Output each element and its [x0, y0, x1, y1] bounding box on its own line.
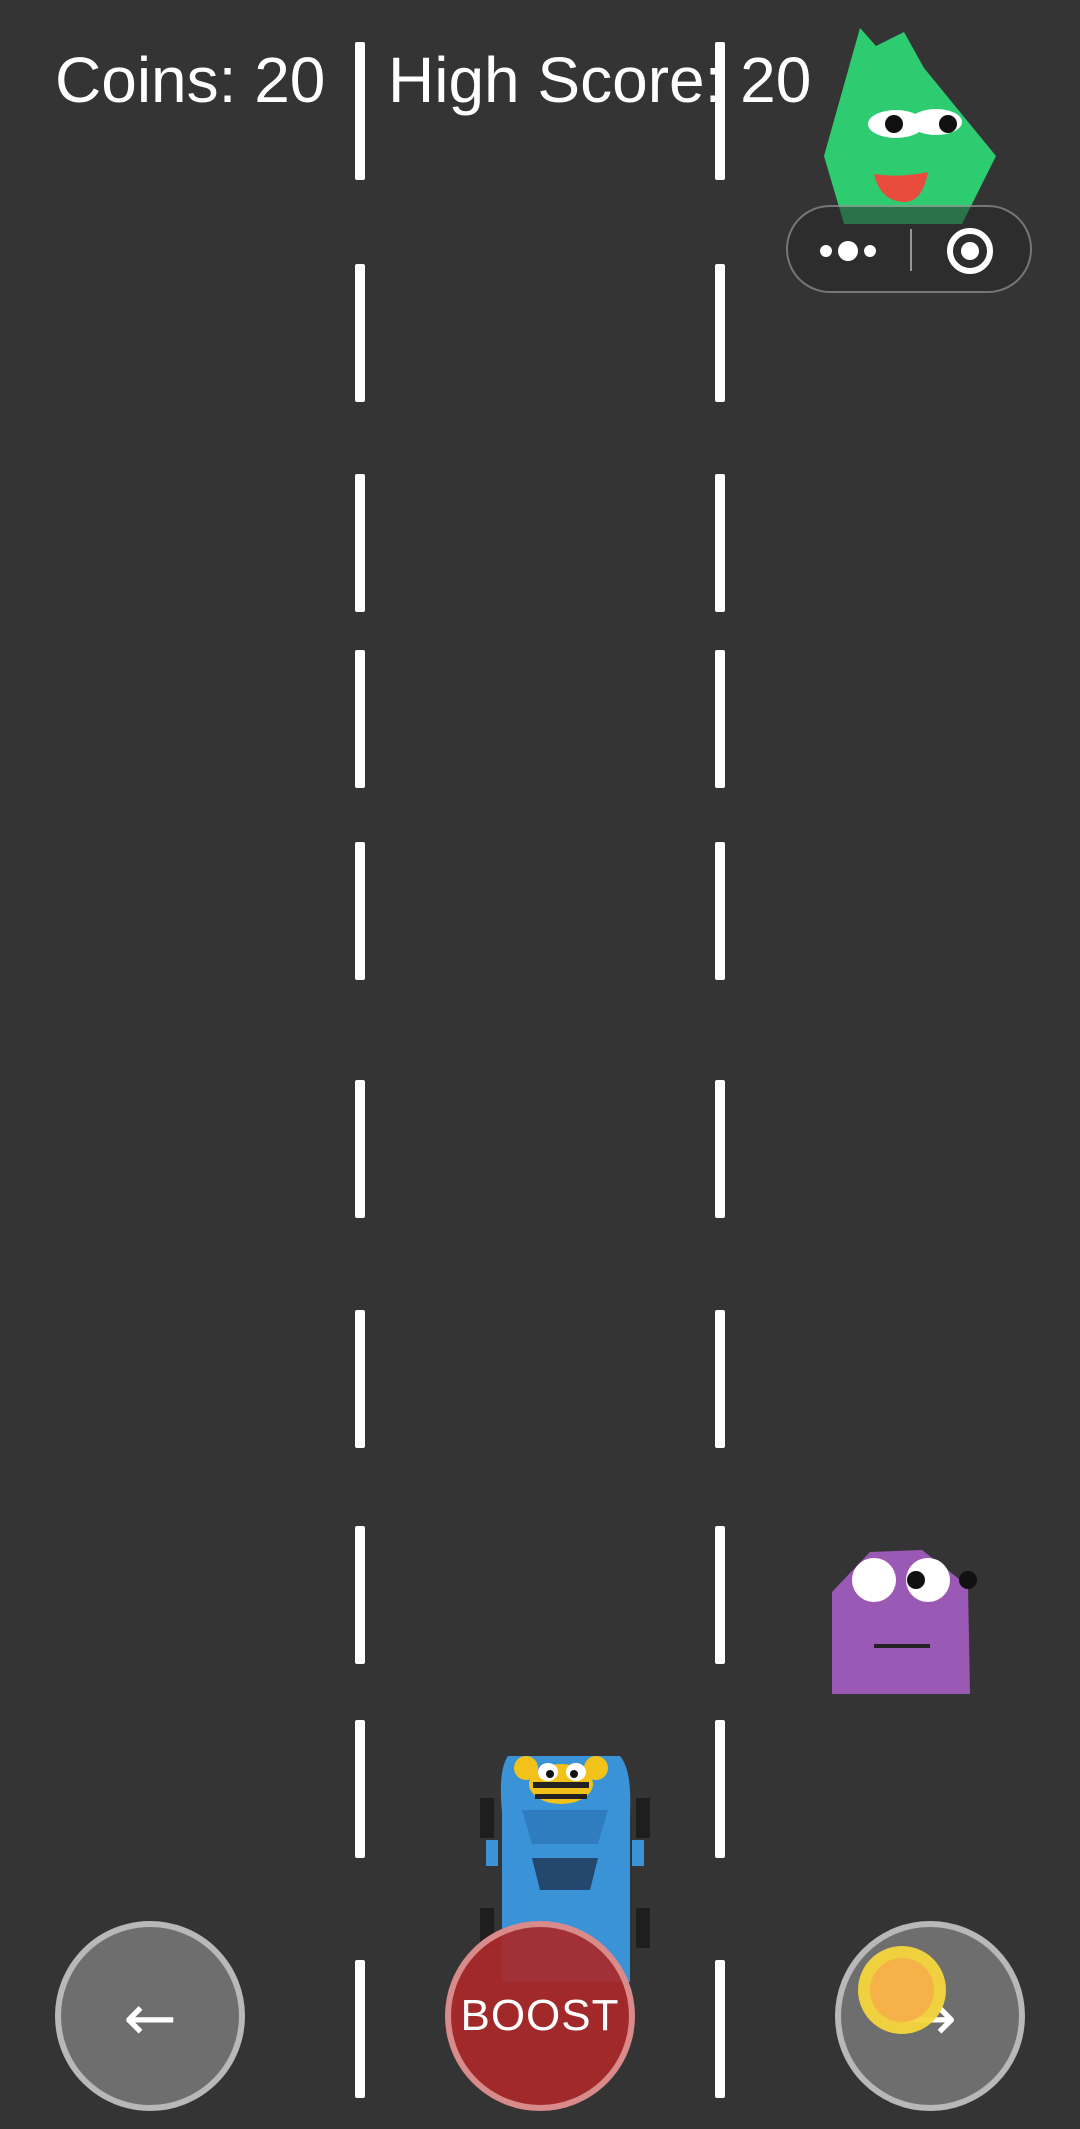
lane-dash: [715, 1960, 725, 2098]
lane-dash: [715, 474, 725, 612]
lane-dash: [715, 1720, 725, 1858]
lane-dash: [715, 1526, 725, 1664]
coin-pickup: [858, 1946, 946, 2034]
purple-monster-body: [832, 1550, 970, 1694]
lane-dash: [715, 264, 725, 402]
lane-dash: [715, 1080, 725, 1218]
lane-dash: [355, 1080, 365, 1218]
high-score-counter: High Score: 20: [388, 44, 812, 116]
mini-program-capsule: [786, 205, 1032, 293]
lane-dash: [355, 264, 365, 402]
lane-dash: [355, 842, 365, 980]
lane-dash: [355, 474, 365, 612]
lane-divider-left: [355, 0, 365, 2129]
move-left-button[interactable]: ←: [55, 1921, 245, 2111]
green-monster-enemy: [824, 28, 996, 224]
green-monster-right-pupil: [939, 115, 957, 133]
coins-counter: Coins: 20: [55, 44, 326, 116]
purple-monster-enemy: [832, 1550, 977, 1694]
lane-dash: [715, 650, 725, 788]
target-close-icon: [947, 228, 993, 274]
lane-dash: [355, 1526, 365, 1664]
lane-dash: [355, 1310, 365, 1448]
more-dots-icon: [820, 241, 876, 261]
lane-dash: [715, 1310, 725, 1448]
boost-button[interactable]: BOOST: [445, 1921, 635, 2111]
lane-dash: [355, 650, 365, 788]
purple-monster-mouth: [874, 1644, 930, 1648]
purple-monster-pupil-2: [959, 1571, 977, 1589]
purple-monster-pupil-1: [907, 1571, 925, 1589]
game-canvas[interactable]: Coins: 20 High Score: 20 ← BOOST: [0, 0, 1080, 2129]
purple-monster-left-eye: [852, 1558, 896, 1602]
lane-dash: [355, 1720, 365, 1858]
lane-divider-right: [715, 0, 725, 2129]
lane-dash: [715, 842, 725, 980]
more-options-button[interactable]: [788, 207, 910, 291]
green-monster-left-pupil: [885, 115, 903, 133]
arrow-left-icon: ←: [123, 1982, 177, 2056]
lane-dash: [355, 1960, 365, 2098]
lane-dash: [355, 42, 365, 180]
boost-label: BOOST: [460, 1991, 620, 2040]
close-mini-program-button[interactable]: [908, 207, 1030, 291]
